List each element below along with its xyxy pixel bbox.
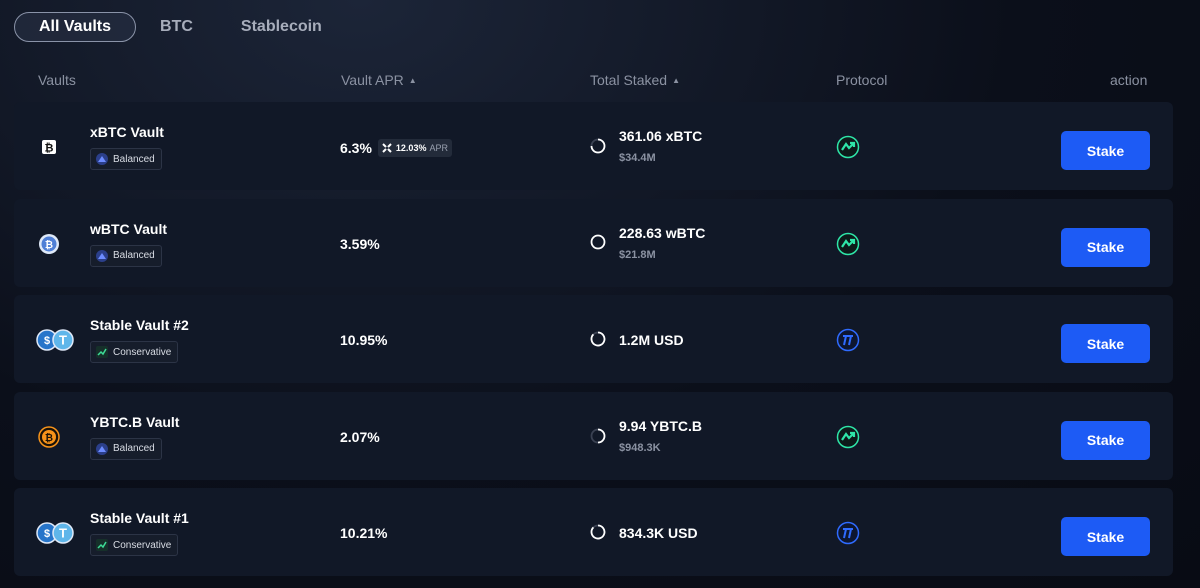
table-header: Vaults Vault APR ▲︎ Total Staked ▲︎ Prot…: [0, 70, 1200, 90]
table-row: ₿ xBTC Vault Balanced 6.3% 12.03% APR 36…: [14, 102, 1173, 190]
vault-apr: 2.07%: [340, 429, 380, 445]
usdc-usdt-icon: $ T: [36, 329, 74, 351]
boost-suffix: APR: [429, 143, 448, 153]
column-protocol-label: Protocol: [836, 72, 888, 88]
total-staked-amount: 228.63 wBTC: [619, 224, 706, 241]
column-apr[interactable]: Vault APR ▲︎: [341, 72, 417, 88]
tab-btc[interactable]: BTC: [136, 12, 217, 42]
vault-list: ₿ xBTC Vault Balanced 6.3% 12.03% APR 36…: [14, 102, 1173, 585]
risk-badge: Conservative: [90, 534, 179, 556]
risk-badge: Balanced: [90, 244, 162, 267]
vault-name: YBTC.B Vault: [90, 413, 180, 430]
tab-stablecoin[interactable]: Stablecoin: [217, 12, 346, 42]
usdc-usdt-icon: $ T: [36, 522, 74, 544]
total-staked-usd: $948.3K: [619, 441, 661, 454]
vault-apr: 10.21%: [340, 525, 387, 541]
apr-value: 3.59%: [340, 235, 380, 252]
table-row: $ T Stable Vault #1 Conservative 10.21% …: [14, 488, 1173, 576]
loading-spinner-icon: [590, 234, 606, 249]
column-total-staked[interactable]: Total Staked ▲︎: [590, 72, 680, 88]
ybtc-icon: ₿: [38, 425, 60, 448]
apr-value: 10.95%: [340, 332, 388, 348]
stake-button[interactable]: Stake: [1061, 227, 1150, 267]
apr-value: 2.07%: [340, 428, 380, 445]
column-action-label: action: [1110, 72, 1148, 88]
svg-text:₿: ₿: [45, 239, 53, 251]
svg-text:T: T: [59, 333, 67, 348]
risk-badge: Balanced: [90, 437, 162, 460]
column-apr-label: Vault APR: [341, 72, 404, 88]
total-staked-usd: $34.4M: [619, 152, 656, 164]
column-action: action: [1110, 72, 1147, 88]
balanced-icon: [96, 249, 108, 262]
column-protocol: Protocol: [836, 72, 887, 88]
sort-icon[interactable]: ▲︎: [409, 76, 417, 85]
column-vaults: Vaults: [38, 72, 76, 88]
total-staked-amount: 9.94 YBTC.B: [619, 417, 702, 434]
risk-label: Balanced: [113, 443, 155, 454]
loading-spinner-icon: [590, 138, 606, 154]
stable-protocol-icon: [836, 328, 860, 352]
vault-name: xBTC Vault: [90, 124, 164, 140]
table-row: $ T Stable Vault #2 Conservative 10.95% …: [14, 295, 1173, 383]
total-staked-amount: 834.3K USD: [619, 525, 698, 541]
vault-filter-tabs: All Vaults BTC Stablecoin: [14, 11, 346, 43]
risk-label: Balanced: [113, 153, 155, 165]
svg-text:T: T: [59, 526, 67, 541]
loading-spinner-icon: [590, 331, 606, 347]
vault-apr: 3.59%: [340, 236, 380, 252]
boost-value: 12.03%: [395, 143, 427, 153]
risk-badge: Balanced: [90, 148, 162, 170]
apr-value: 6.3%: [340, 140, 372, 156]
table-row: ₿ YBTC.B Vault Balanced 2.07% 9.94 YBTC.…: [14, 391, 1173, 480]
vault-apr: 6.3% 12.03% APR: [340, 139, 452, 157]
svg-text:$: $: [44, 528, 50, 540]
stake-button[interactable]: Stake: [1061, 420, 1150, 460]
conservative-icon: [96, 346, 108, 358]
lending-protocol-icon: [836, 135, 860, 159]
total-staked-amount: 361.06 xBTC: [619, 128, 703, 144]
svg-text:$: $: [44, 335, 50, 347]
boost-apr-badge: 12.03% APR: [377, 139, 452, 157]
boost-icon: [382, 143, 392, 153]
svg-text:₿: ₿: [45, 432, 53, 444]
loading-spinner-icon: [590, 428, 606, 443]
stake-button[interactable]: Stake: [1061, 324, 1150, 363]
xbtc-icon: ₿: [42, 140, 56, 155]
vault-name: Stable Vault #1: [90, 510, 189, 526]
balanced-icon: [96, 153, 108, 165]
stable-protocol-icon: [836, 521, 860, 545]
lending-protocol-icon: [836, 425, 860, 448]
column-staked-label: Total Staked: [590, 72, 668, 88]
balanced-icon: [96, 442, 108, 455]
stake-button[interactable]: Stake: [1061, 131, 1150, 170]
sort-icon[interactable]: ▲︎: [672, 76, 680, 85]
vault-apr: 10.95%: [340, 332, 387, 348]
tab-all-vaults[interactable]: All Vaults: [14, 12, 137, 42]
vault-name: wBTC Vault: [90, 220, 168, 237]
apr-value: 10.21%: [340, 525, 388, 541]
risk-badge: Conservative: [90, 341, 179, 363]
risk-label: Conservative: [113, 346, 172, 358]
svg-text:₿: ₿: [45, 143, 54, 155]
total-staked-amount: 1.2M USD: [619, 332, 684, 348]
risk-label: Balanced: [113, 250, 155, 261]
table-row: ₿ wBTC Vault Balanced 3.59% 228.63 wBTC …: [14, 198, 1173, 287]
wbtc-icon: ₿: [39, 233, 59, 254]
loading-spinner-icon: [590, 524, 606, 540]
conservative-icon: [96, 539, 108, 551]
vault-name: Stable Vault #2: [90, 317, 189, 333]
column-vaults-label: Vaults: [38, 72, 76, 88]
risk-label: Conservative: [113, 539, 172, 551]
lending-protocol-icon: [836, 232, 860, 255]
total-staked-usd: $21.8M: [619, 248, 656, 261]
stake-button[interactable]: Stake: [1061, 517, 1150, 556]
